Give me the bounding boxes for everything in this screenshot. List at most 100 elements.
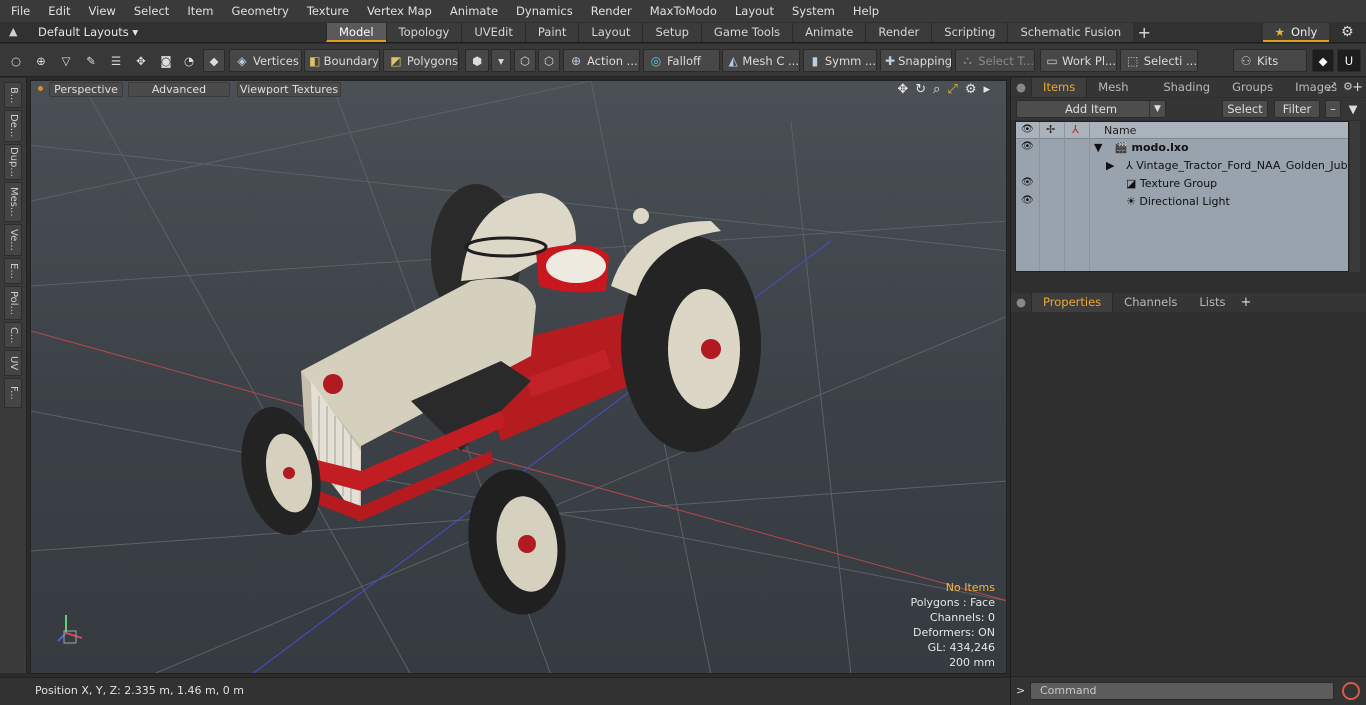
tab-setup[interactable]: Setup bbox=[642, 23, 701, 42]
tab-layout[interactable]: Layout bbox=[578, 23, 643, 42]
left-tab-fusion[interactable]: F... bbox=[4, 378, 22, 408]
left-tab-uv[interactable]: UV bbox=[4, 350, 22, 376]
chevron-down-icon[interactable]: ▾ bbox=[491, 49, 511, 72]
unreal-icon[interactable]: U bbox=[1337, 49, 1361, 72]
add-tab-icon[interactable]: + bbox=[1133, 23, 1156, 42]
tab-mesh[interactable]: Mesh ... bbox=[1087, 78, 1152, 113]
symmetry-button[interactable]: ▮ Symm ... bbox=[803, 49, 877, 72]
menu-layout[interactable]: Layout bbox=[724, 0, 781, 22]
tab-game-tools[interactable]: Game Tools bbox=[700, 23, 793, 42]
left-tab-curve[interactable]: C... bbox=[4, 322, 22, 348]
tab-shading[interactable]: Shading bbox=[1152, 78, 1221, 97]
menu-file[interactable]: File bbox=[0, 0, 37, 22]
menu-dynamics[interactable]: Dynamics bbox=[505, 0, 580, 22]
frame-icon[interactable]: ◙ bbox=[155, 49, 177, 72]
zoom-icon[interactable]: ⌕ bbox=[933, 82, 940, 97]
left-tab-mesh[interactable]: Mes... bbox=[4, 182, 22, 222]
expand-panel-icon[interactable]: ⤢ bbox=[1327, 80, 1336, 94]
tab-properties[interactable]: Properties bbox=[1031, 293, 1114, 312]
selection-button[interactable]: ⬚ Selecti ... bbox=[1120, 49, 1198, 72]
tree-row-modo[interactable]: 👁 ▼ 🎬 modo.lxo bbox=[1016, 139, 1348, 157]
menu-vertex-map[interactable]: Vertex Map bbox=[356, 0, 439, 22]
action-center-button[interactable]: ⊕ Action ... bbox=[563, 49, 640, 72]
menu-system[interactable]: System bbox=[781, 0, 842, 22]
panel-dot-icon[interactable]: ● bbox=[1011, 78, 1031, 97]
perspective-dropdown[interactable]: Perspective bbox=[49, 82, 123, 97]
tab-animate[interactable]: Animate bbox=[792, 23, 866, 42]
left-tab-basic[interactable]: B... bbox=[4, 82, 22, 108]
menu-animate[interactable]: Animate bbox=[439, 0, 505, 22]
menu-help[interactable]: Help bbox=[842, 0, 886, 22]
funnel-icon[interactable]: ▼ bbox=[1344, 100, 1362, 118]
panel-dot-icon[interactable]: ● bbox=[1011, 293, 1031, 312]
symmetry-shield-icon[interactable]: ⬡ bbox=[514, 49, 536, 72]
snapping-button[interactable]: ✚ Snapping bbox=[880, 49, 952, 72]
command-input[interactable]: Command bbox=[1030, 682, 1334, 700]
tab-channels[interactable]: Channels bbox=[1113, 293, 1188, 312]
menu-select[interactable]: Select bbox=[123, 0, 176, 22]
default-layouts-dropdown[interactable]: Default Layouts ▾ bbox=[38, 24, 138, 41]
select-through-button[interactable]: ⛬ Select T... bbox=[955, 49, 1035, 72]
left-tab-polygon[interactable]: Pol... bbox=[4, 286, 22, 320]
tab-render[interactable]: Render bbox=[865, 23, 932, 42]
snap-shield-icon[interactable]: ⬡ bbox=[538, 49, 560, 72]
tree-scrollbar[interactable] bbox=[1350, 121, 1360, 272]
transform-icon[interactable]: ✥ bbox=[130, 49, 152, 72]
falloff-button[interactable]: ◎ Falloff bbox=[643, 49, 720, 72]
gear-icon[interactable]: ⚙ bbox=[1341, 24, 1354, 40]
brush-icon[interactable]: ✎ bbox=[80, 49, 102, 72]
viewport-menu-dot[interactable] bbox=[38, 86, 43, 91]
panel-gear-icon[interactable]: ⚙ bbox=[1343, 80, 1353, 93]
left-tab-vertex[interactable]: Ve... bbox=[4, 224, 22, 256]
select-button[interactable]: Select bbox=[1222, 100, 1268, 118]
tab-items[interactable]: Items bbox=[1031, 78, 1088, 97]
pie-icon[interactable]: ◔ bbox=[178, 49, 200, 72]
boundary-button[interactable]: ◧ Boundary bbox=[304, 49, 380, 72]
tab-uvedit[interactable]: UVEdit bbox=[461, 23, 525, 42]
item-mode-icon[interactable]: ◆ bbox=[203, 49, 225, 72]
add-item-button[interactable]: Add Item ▼ bbox=[1016, 100, 1166, 118]
left-tab-duplicate[interactable]: Dup... bbox=[4, 144, 22, 180]
circle-select-icon[interactable]: ○ bbox=[5, 49, 27, 72]
rotate-icon[interactable]: ↻ bbox=[915, 82, 926, 97]
chevron-down-icon[interactable]: ▼ bbox=[1149, 101, 1165, 117]
maximize-icon[interactable]: ⤢ bbox=[947, 82, 957, 97]
mesh-constraints-button[interactable]: ◭ Mesh C ... bbox=[722, 49, 800, 72]
polygons-button[interactable]: ◩ Polygons bbox=[383, 49, 459, 72]
tree-row-light[interactable]: 👁 ☀ Directional Light bbox=[1016, 193, 1348, 211]
tab-paint[interactable]: Paint bbox=[524, 23, 579, 42]
tab-model[interactable]: Model bbox=[326, 23, 386, 42]
tab-schematic-fusion[interactable]: Schematic Fusion bbox=[1007, 23, 1134, 42]
work-plane-button[interactable]: ▭ Work Pl... bbox=[1040, 49, 1117, 72]
expand-arrow-icon[interactable]: ▶ bbox=[1106, 159, 1114, 172]
tab-topology[interactable]: Topology bbox=[385, 23, 462, 42]
layout-arrow-icon[interactable]: ▲ bbox=[9, 25, 23, 39]
tab-images[interactable]: Images bbox=[1284, 78, 1348, 97]
menu-item[interactable]: Item bbox=[176, 0, 220, 22]
tree-row-tractor[interactable]: ▶ ⅄ Vintage_Tractor_Ford_NAA_Golden_Jub.… bbox=[1016, 157, 1348, 175]
tab-lists[interactable]: Lists bbox=[1188, 293, 1236, 312]
left-tab-deform[interactable]: De... bbox=[4, 110, 22, 142]
3d-viewport[interactable]: Perspective Advanced Viewport Textures ✥… bbox=[30, 80, 1007, 674]
viewport-gear-icon[interactable]: ⚙ bbox=[965, 82, 977, 97]
kits-button[interactable]: ⚇ Kits bbox=[1233, 49, 1307, 72]
tab-groups[interactable]: Groups bbox=[1221, 78, 1284, 97]
viewport-arrow-icon[interactable]: ▸ bbox=[983, 82, 990, 97]
collapse-icon[interactable]: – bbox=[1325, 100, 1341, 118]
advanced-dropdown[interactable]: Advanced bbox=[128, 82, 230, 97]
menu-render[interactable]: Render bbox=[580, 0, 639, 22]
only-toggle[interactable]: ★ Only bbox=[1263, 23, 1329, 42]
visibility-eye-icon[interactable]: 👁 bbox=[1021, 177, 1034, 188]
globe-icon[interactable]: ⊕ bbox=[30, 49, 52, 72]
name-column-header[interactable]: Name bbox=[1104, 124, 1136, 137]
tab-scripting[interactable]: Scripting bbox=[931, 23, 1008, 42]
menu-geometry[interactable]: Geometry bbox=[221, 0, 296, 22]
material-icon[interactable]: ⬢ bbox=[465, 49, 489, 72]
tree-row-texture-group[interactable]: 👁 ◪ Texture Group bbox=[1016, 175, 1348, 193]
visibility-eye-icon[interactable]: 👁 bbox=[1021, 141, 1034, 152]
menu-edit[interactable]: Edit bbox=[37, 0, 77, 22]
lasso-icon[interactable]: ▽ bbox=[55, 49, 77, 72]
unity-icon[interactable]: ◆ bbox=[1312, 49, 1334, 72]
expand-arrow-icon[interactable]: ▼ bbox=[1094, 141, 1102, 154]
visibility-eye-icon[interactable]: 👁 bbox=[1021, 195, 1034, 206]
